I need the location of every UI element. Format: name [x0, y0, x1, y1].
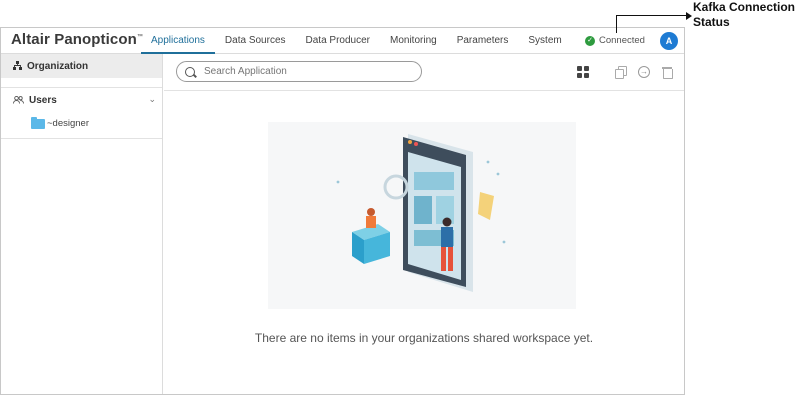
chevron-down-icon[interactable]: ⌄: [148, 94, 156, 105]
user-avatar[interactable]: A: [660, 32, 678, 50]
app-window: Altair Panopticon™ Applications Data Sou…: [0, 27, 685, 395]
tab-data-sources[interactable]: Data Sources: [215, 28, 296, 54]
check-circle-icon: ✓: [585, 35, 595, 46]
tab-monitoring[interactable]: Monitoring: [380, 28, 447, 54]
brand-logo: Altair Panopticon™: [11, 31, 143, 48]
divider: [1, 87, 162, 88]
tab-parameters[interactable]: Parameters: [447, 28, 519, 54]
tab-applications[interactable]: Applications: [141, 28, 215, 54]
folder-item-designer[interactable]: ~designer: [31, 116, 89, 129]
search-icon: [185, 66, 195, 77]
tab-system[interactable]: System: [518, 28, 571, 54]
hierarchy-icon: [13, 60, 22, 72]
annotation-line-1: Kafka Connection: [693, 0, 796, 14]
annotation-arrow: [686, 12, 692, 20]
folder-icon: [31, 116, 45, 129]
empty-state-message: There are no items in your organizations…: [254, 331, 594, 345]
sidebar-item-organization[interactable]: Organization: [1, 54, 162, 78]
sidebar: Organization Users ⌄ ~designer: [1, 54, 163, 394]
status-label: Connected: [599, 35, 645, 46]
toolbar-divider: [164, 90, 684, 91]
annotation-label: Kafka Connection Status: [693, 0, 795, 30]
copy-icon[interactable]: [615, 66, 627, 79]
sidebar-item-label: Users: [29, 95, 57, 106]
brand-name: Altair Panopticon: [11, 31, 137, 48]
users-icon: [13, 95, 24, 106]
annotation-connector: [616, 15, 689, 33]
delete-icon[interactable]: [661, 66, 673, 79]
move-icon[interactable]: →: [638, 66, 650, 78]
main-tabs: Applications Data Sources Data Producer …: [141, 28, 572, 54]
divider: [1, 138, 162, 139]
search-box[interactable]: [176, 61, 422, 82]
kafka-connection-status: ✓ Connected: [585, 35, 645, 46]
empty-state-illustration: [268, 122, 576, 309]
annotation-line-2: Status: [693, 15, 730, 29]
main-content: →: [164, 54, 684, 394]
grid-view-icon[interactable]: [577, 66, 589, 78]
top-bar: Altair Panopticon™ Applications Data Sou…: [1, 28, 684, 54]
sidebar-item-users[interactable]: Users ⌄: [13, 94, 158, 106]
sidebar-item-label: Organization: [27, 60, 89, 72]
search-input[interactable]: [204, 66, 404, 77]
tab-data-producer[interactable]: Data Producer: [296, 28, 380, 54]
folder-label: ~designer: [47, 118, 89, 129]
